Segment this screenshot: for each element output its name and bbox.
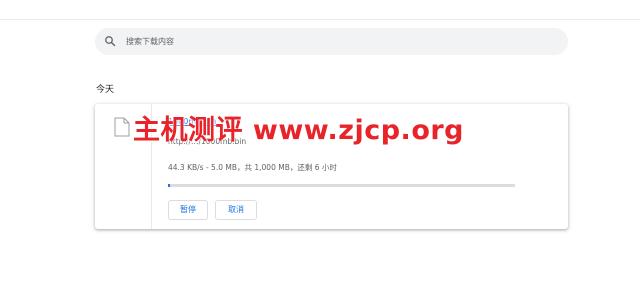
file-icon-column [95,104,152,229]
date-group-heading: 今天 [96,85,115,95]
top-divider [0,19,640,20]
downloads-page: 今天 1000mb.bin http://…/1000mb.bin 44.3 K… [0,0,640,282]
file-url[interactable]: http://…/1000mb.bin [168,137,246,146]
download-card: 1000mb.bin http://…/1000mb.bin 44.3 KB/s… [95,104,568,229]
cancel-button[interactable]: 取消 [215,200,257,220]
progress-bar-fill [168,184,170,187]
file-icon [114,117,130,137]
search-input[interactable] [126,28,546,55]
progress-bar [168,184,515,187]
search-bar[interactable] [95,28,568,55]
search-icon [105,36,116,47]
progress-status: 44.3 KB/s - 5.0 MB，共 1,000 MB，还剩 6 小时 [168,163,337,172]
pause-button[interactable]: 暂停 [168,200,208,220]
file-name-link[interactable]: 1000mb.bin [168,117,216,126]
